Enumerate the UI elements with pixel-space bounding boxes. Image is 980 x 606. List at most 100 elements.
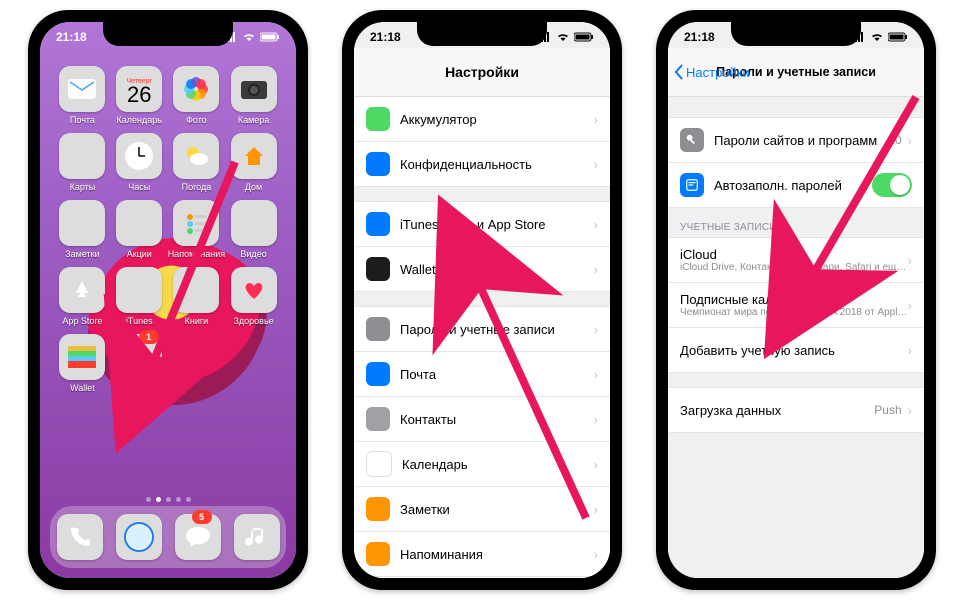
app-app-store[interactable]: App Store (54, 267, 111, 326)
app-icon (59, 200, 105, 246)
settings-row[interactable]: Аккумулятор› (354, 97, 610, 142)
app-label: Акции (127, 249, 152, 259)
settings-row[interactable]: Заметки› (354, 487, 610, 532)
dock-app[interactable]: 5 (175, 514, 221, 560)
dock-app[interactable] (57, 514, 103, 560)
autofill-icon (680, 173, 704, 197)
app-label: Календарь (117, 115, 162, 125)
app-label: Напоминания (168, 249, 225, 259)
app-заметки[interactable]: Заметки (54, 200, 111, 259)
app-label: Настройки (117, 383, 161, 393)
app-камера[interactable]: Камера (225, 66, 282, 125)
back-button[interactable]: Настройки (674, 64, 750, 80)
app-icon (173, 66, 219, 112)
status-time: 21:18 (370, 30, 401, 44)
app-здоровье[interactable]: Здоровье (225, 267, 282, 326)
chevron-right-icon: › (908, 343, 912, 358)
settings-row[interactable]: Календарь› (354, 442, 610, 487)
app-видео[interactable]: Видео (225, 200, 282, 259)
app-настройки[interactable]: 1Настройки (111, 334, 168, 393)
accounts-group-header: УЧЕТНЫЕ ЗАПИСИ (668, 208, 924, 237)
toggle-switch[interactable] (872, 173, 912, 197)
row-autofill[interactable]: Автозаполн. паролей (668, 163, 924, 207)
app-книги[interactable]: Книги (168, 267, 225, 326)
settings-root: Настройки Аккумулятор›Конфиденциальность… (354, 22, 610, 578)
row-label: Подписные календариЧемпионат мира по фут… (680, 292, 908, 318)
row-website-passwords[interactable]: Пароли сайтов и программ 10 › (668, 118, 924, 163)
dock-app[interactable] (116, 514, 162, 560)
chevron-right-icon: › (594, 547, 598, 562)
app-icon (116, 133, 162, 179)
chevron-right-icon: › (594, 457, 598, 472)
row-label: iCloudiCloud Drive, Контакты, Календари,… (680, 247, 908, 273)
row-icon (366, 451, 392, 477)
app-label: Погода (182, 182, 212, 192)
app-label: Здоровье (233, 316, 273, 326)
app-icon (173, 267, 219, 313)
app-icon (59, 66, 105, 112)
settings-row[interactable]: Пароли и учетные записи› (354, 307, 610, 352)
row-label: Пароли сайтов и программ (714, 133, 888, 148)
notch (731, 22, 861, 46)
account-row[interactable]: iCloudiCloud Drive, Контакты, Календари,… (668, 238, 924, 283)
row-icon (366, 362, 390, 386)
settings-list[interactable]: Аккумулятор›Конфиденциальность›iTunes St… (354, 97, 610, 578)
app-icon (173, 200, 219, 246)
app-icon (59, 267, 105, 313)
app-напоминания[interactable]: Напоминания (168, 200, 225, 259)
chevron-right-icon: › (594, 217, 598, 232)
app-календарь[interactable]: Четверг26 Календарь (111, 66, 168, 125)
settings-row[interactable]: Напоминания› (354, 532, 610, 577)
app-icon (231, 66, 277, 112)
app-почта[interactable]: Почта (54, 66, 111, 125)
accounts-list[interactable]: Пароли сайтов и программ 10 › Автозаполн… (668, 97, 924, 578)
app-icon (234, 514, 280, 560)
home-screen: ПочтаЧетверг26 Календарь Фото Камера КартыЧа… (40, 22, 296, 578)
settings-row[interactable]: Конфиденциальность› (354, 142, 610, 186)
app-icon (59, 133, 105, 179)
row-icon (366, 407, 390, 431)
key-icon (680, 128, 704, 152)
row-detail: Push (874, 403, 901, 417)
app-фото[interactable]: Фото (168, 66, 225, 125)
phone-settings: 21:18 Настройки Аккумулятор›Конфиденциал… (342, 10, 622, 590)
chevron-right-icon: › (594, 502, 598, 517)
row-icon (366, 257, 390, 281)
app-погода[interactable]: Погода (168, 133, 225, 192)
settings-row[interactable]: Диктофон› (354, 577, 610, 578)
account-row[interactable]: Подписные календариЧемпионат мира по фут… (668, 283, 924, 328)
settings-row[interactable]: Контакты› (354, 397, 610, 442)
app-icon (231, 200, 277, 246)
app-icon (116, 200, 162, 246)
row-label: Аккумулятор (400, 112, 594, 127)
chevron-right-icon: › (594, 367, 598, 382)
back-label: Настройки (686, 65, 750, 80)
row-label: Заметки (400, 502, 594, 517)
row-icon (366, 212, 390, 236)
app-карты[interactable]: Карты (54, 133, 111, 192)
row-icon (366, 317, 390, 341)
phone-accounts: 21:18 Настройки Пароли и учетные записи (656, 10, 936, 590)
app-label: Камера (238, 115, 269, 125)
row-fetch[interactable]: Загрузка данных Push › (668, 388, 924, 432)
row-sublabel: Чемпионат мира по футболу FIFA 2018 от A… (680, 307, 908, 318)
app-label: Дом (245, 182, 262, 192)
row-detail: 10 (888, 133, 901, 147)
row-icon (366, 542, 390, 566)
app-icon: Четверг26 (116, 66, 162, 112)
badge: 5 (192, 510, 212, 524)
settings-row[interactable]: iTunes Store и App Store› (354, 202, 610, 247)
app-дом[interactable]: Дом (225, 133, 282, 192)
app-label: iTunes (126, 316, 153, 326)
app-wallet[interactable]: Wallet (54, 334, 111, 393)
app-часы[interactable]: Часы (111, 133, 168, 192)
account-row[interactable]: Добавить учетную запись› (668, 328, 924, 372)
app-акции[interactable]: Акции (111, 200, 168, 259)
app-label: Фото (186, 115, 207, 125)
settings-row[interactable]: Почта› (354, 352, 610, 397)
settings-row[interactable]: Wallet и Apple Pay› (354, 247, 610, 291)
dock-app[interactable] (234, 514, 280, 560)
app-label: Wallet (70, 383, 95, 393)
chevron-right-icon: › (908, 133, 912, 148)
app-itunes[interactable]: iTunes (111, 267, 168, 326)
